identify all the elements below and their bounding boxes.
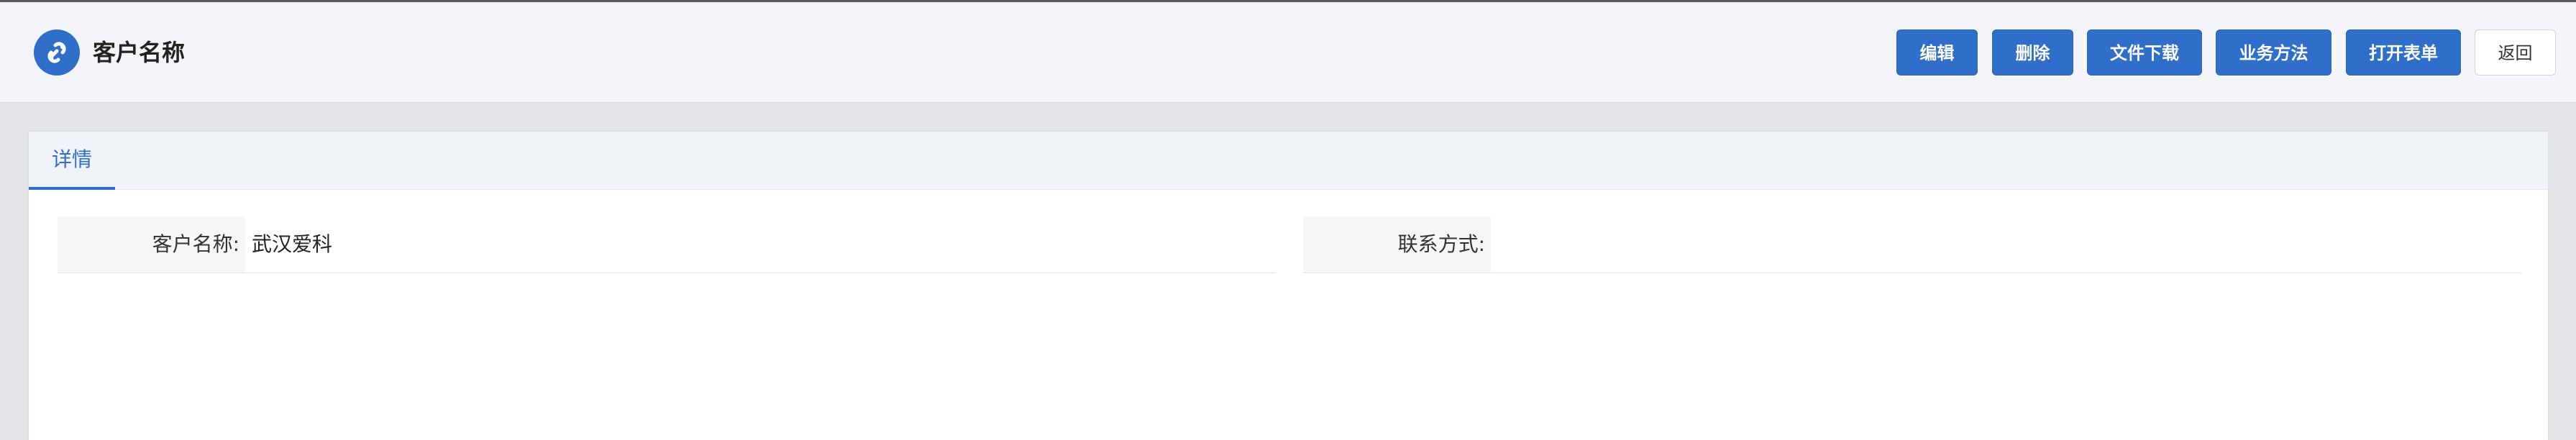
app-logo: [34, 29, 80, 75]
field-label: 联系方式:: [1303, 216, 1491, 272]
tab-details[interactable]: 详情: [29, 132, 115, 190]
open-form-button[interactable]: 打开表单: [2346, 29, 2461, 75]
file-download-button[interactable]: 文件下载: [2087, 29, 2202, 75]
link-icon: [47, 42, 66, 63]
field-value: 武汉爱科: [252, 232, 333, 256]
page-title: 客户名称: [93, 39, 186, 66]
field-contact: 联系方式:: [1303, 216, 2521, 273]
field-customer-name: 客户名称: 武汉爱科: [58, 216, 1276, 273]
back-button[interactable]: 返回: [2475, 29, 2556, 75]
edit-button[interactable]: 编辑: [1896, 29, 1978, 75]
detail-panel: 详情 客户名称: 武汉爱科 联系方式:: [29, 132, 2548, 440]
page-header: 客户名称 编辑 删除 文件下载 业务方法 打开表单 返回: [0, 2, 2576, 103]
delete-button[interactable]: 删除: [1992, 29, 2073, 75]
tab-bar: 详情: [29, 132, 2548, 190]
business-method-button[interactable]: 业务方法: [2216, 29, 2331, 75]
field-label: 客户名称:: [58, 216, 245, 272]
